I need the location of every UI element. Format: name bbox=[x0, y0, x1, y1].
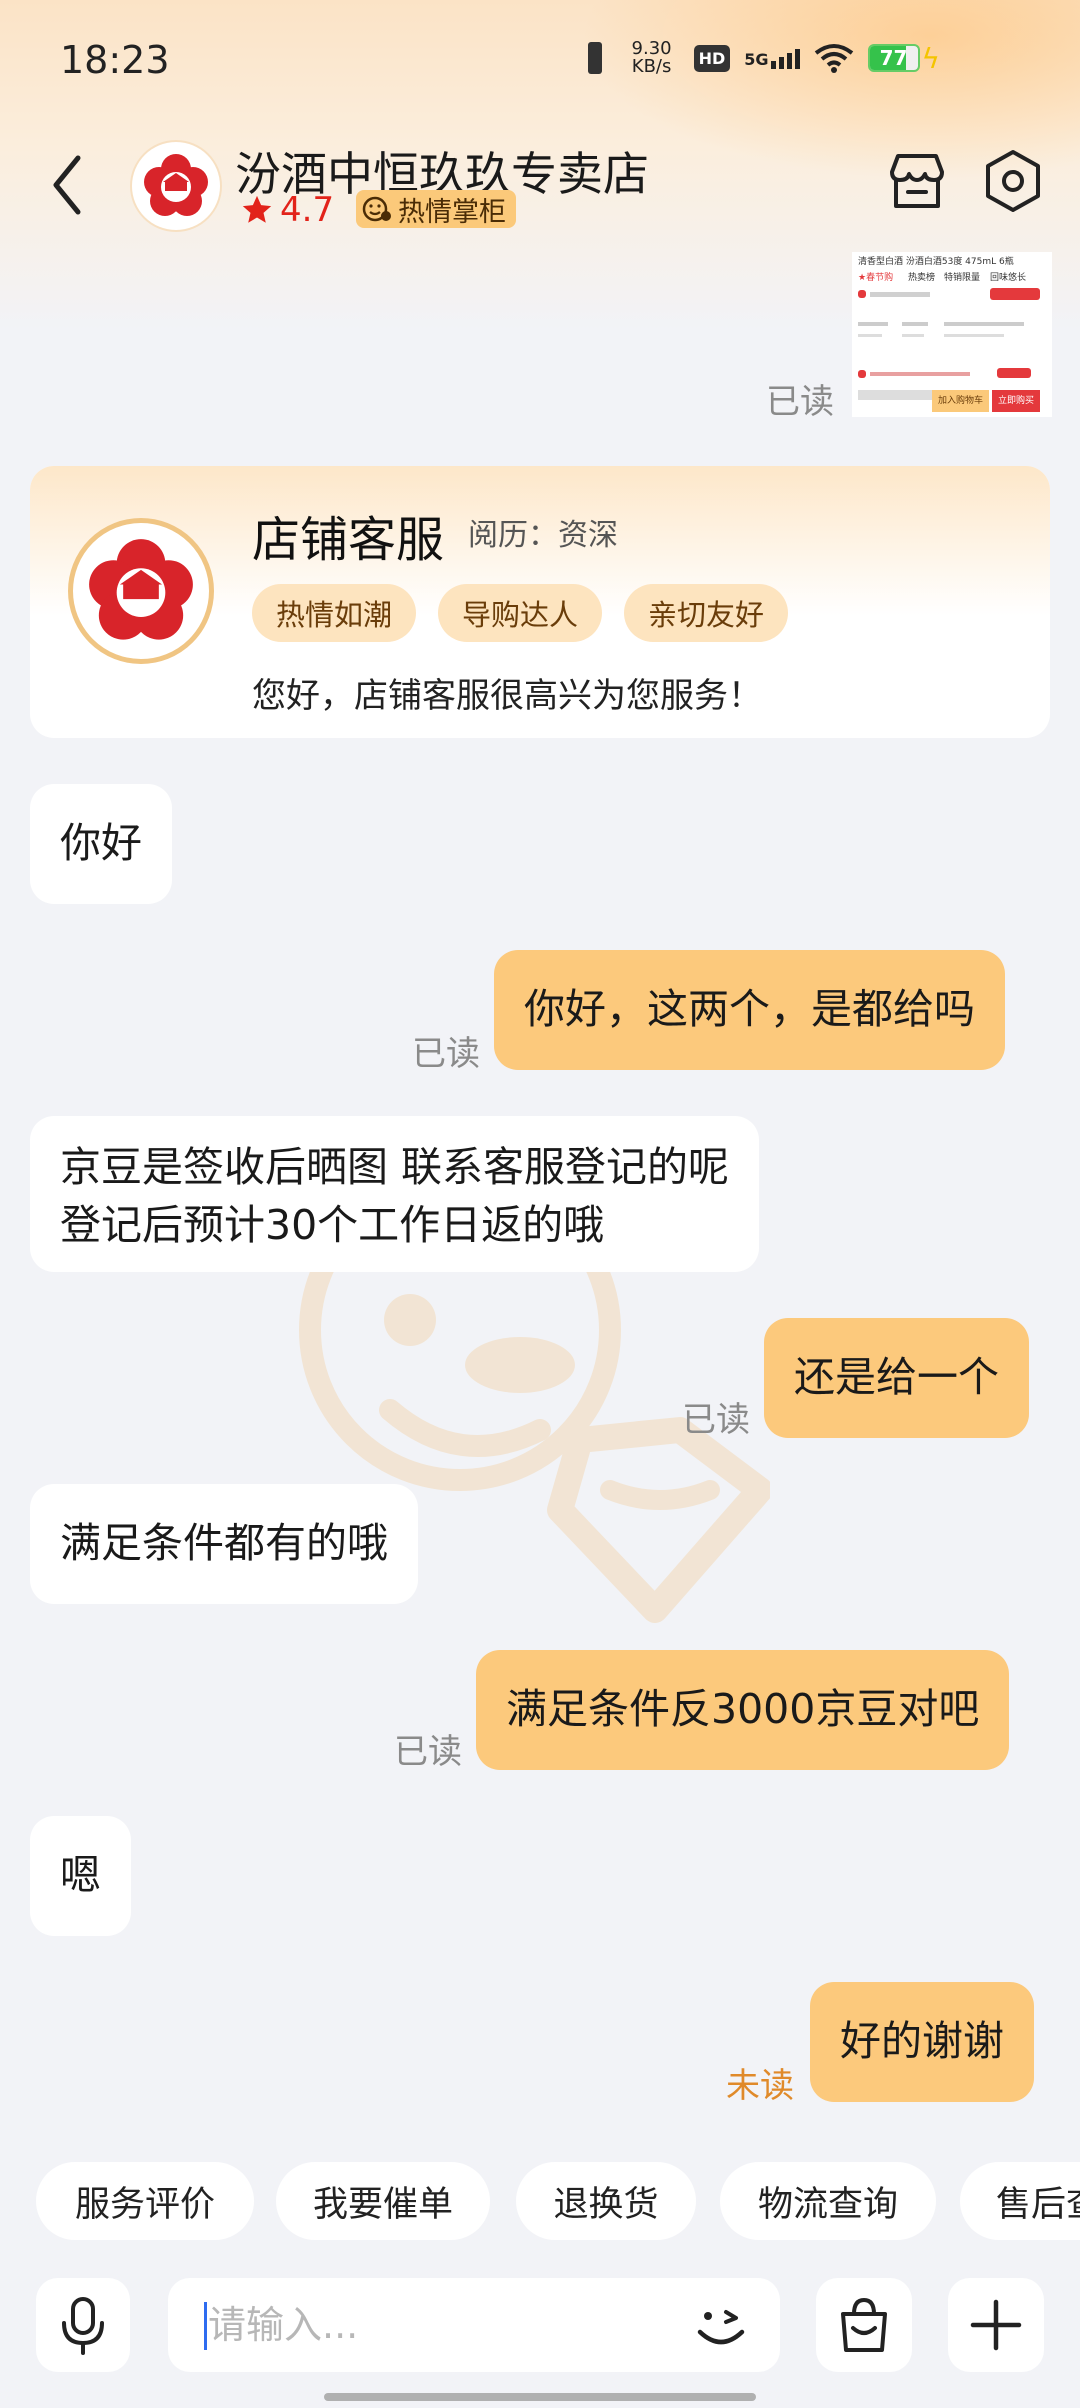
product-line bbox=[902, 334, 924, 337]
message-input-box[interactable] bbox=[168, 2278, 780, 2372]
product-line bbox=[944, 322, 1024, 326]
quick-reply-bar: 服务评价 我要催单 退换货 物流查询 售后查 bbox=[0, 2160, 1080, 2240]
network-type: 5G bbox=[744, 50, 769, 69]
product-tag: 回味悠长 bbox=[990, 273, 1027, 283]
message-line: 京豆是签收后晒图 联系客服登记的呢 bbox=[60, 1143, 730, 1191]
wifi-icon bbox=[814, 44, 853, 73]
more-button[interactable] bbox=[948, 2278, 1044, 2372]
text-caret bbox=[204, 2302, 207, 2350]
product-title: 清香型白酒 汾酒白酒53度 475mL 6瓶 bbox=[858, 257, 1014, 267]
agent-card: 店铺客服 阅历：资深 热情如潮 导购达人 亲切友好 您好，店铺客服很高兴为您服务… bbox=[30, 466, 1050, 738]
agent-tag: 导购达人 bbox=[438, 584, 603, 642]
agent-greeting: 您好，店铺客服很高兴为您服务！ bbox=[252, 676, 762, 716]
read-status: 已读 bbox=[412, 1034, 480, 1074]
buy-now-mini: 立即购买 bbox=[992, 390, 1041, 412]
voice-button[interactable] bbox=[36, 2278, 130, 2372]
outgoing-message[interactable]: 你好，这两个，是都给吗 bbox=[494, 950, 1005, 1070]
plus-icon bbox=[970, 2299, 1022, 2351]
product-line bbox=[870, 292, 930, 297]
shop-avatar[interactable] bbox=[132, 142, 220, 230]
vibrate-icon bbox=[580, 40, 610, 76]
back-icon[interactable] bbox=[44, 150, 94, 220]
quick-reply-rate-service[interactable]: 服务评价 bbox=[36, 2162, 254, 2240]
smile-badge-icon bbox=[362, 196, 391, 222]
store-icon[interactable] bbox=[884, 148, 950, 214]
incoming-message[interactable]: 京豆是签收后晒图 联系客服登记的呢 登记后预计30个工作日返的哦 bbox=[30, 1116, 760, 1272]
product-tag: ★春节购 bbox=[858, 273, 894, 283]
product-marker bbox=[858, 290, 866, 298]
chat-header: 汾酒中恒玖玖专卖店 4.7 热情掌柜 bbox=[0, 130, 1080, 250]
read-status: 已读 bbox=[766, 382, 834, 422]
microphone-icon bbox=[62, 2297, 104, 2355]
charging-icon: ϟ bbox=[921, 41, 940, 75]
hd-icon: HD bbox=[693, 44, 731, 72]
outgoing-message[interactable]: 还是给一个 bbox=[764, 1318, 1029, 1438]
shop-badge[interactable]: 热情掌柜 bbox=[356, 190, 516, 228]
agent-tags: 热情如潮 导购达人 亲切友好 bbox=[252, 584, 789, 642]
product-tag: 热卖榜 bbox=[908, 273, 936, 283]
unread-status: 未读 bbox=[726, 2066, 794, 2106]
product-marker bbox=[858, 370, 866, 378]
incoming-message[interactable]: 你好 bbox=[30, 784, 172, 904]
star-icon bbox=[242, 195, 272, 223]
product-mini-button bbox=[997, 368, 1031, 378]
network-speed: 9.30 KB/s bbox=[624, 40, 680, 76]
read-status: 已读 bbox=[682, 1400, 750, 1440]
quick-reply-return[interactable]: 退换货 bbox=[516, 2162, 696, 2240]
shop-badge-label: 热情掌柜 bbox=[398, 196, 506, 228]
quick-reply-after-sales[interactable]: 售后查 bbox=[960, 2162, 1080, 2240]
outgoing-message[interactable]: 好的谢谢 bbox=[810, 1982, 1034, 2102]
home-indicator[interactable] bbox=[324, 2393, 756, 2401]
shop-logo-icon bbox=[89, 539, 193, 640]
product-thumbnail[interactable]: 清香型白酒 汾酒白酒53度 475mL 6瓶 ★春节购 热卖榜 特销限量 回味悠… bbox=[852, 252, 1052, 417]
outgoing-message[interactable]: 满足条件反3000京豆对吧 bbox=[476, 1650, 1010, 1770]
status-bar: 18:23 9.30 KB/s HD 5G 77 ϟ bbox=[0, 0, 1080, 120]
product-tag: 特销限量 bbox=[944, 273, 981, 283]
product-line bbox=[858, 390, 938, 400]
product-line bbox=[870, 372, 970, 376]
agent-tag: 亲切友好 bbox=[624, 584, 789, 642]
status-time: 18:23 bbox=[60, 38, 170, 82]
battery-icon: 77 ϟ bbox=[867, 41, 940, 75]
message-line: 登记后预计30个工作日返的哦 bbox=[60, 1201, 605, 1249]
product-mini-button bbox=[990, 288, 1040, 300]
product-line bbox=[858, 322, 888, 326]
product-line bbox=[944, 334, 1004, 337]
quick-reply-urge-order[interactable]: 我要催单 bbox=[276, 2162, 490, 2240]
agent-tag: 热情如潮 bbox=[252, 584, 417, 642]
emoji-icon[interactable] bbox=[690, 2294, 752, 2356]
network-speed-unit: KB/s bbox=[631, 56, 672, 77]
shop-logo-icon bbox=[144, 154, 208, 216]
quick-reply-logistics[interactable]: 物流查询 bbox=[720, 2162, 936, 2240]
incoming-message[interactable]: 满足条件都有的哦 bbox=[30, 1484, 418, 1604]
shop-rating: 4.7 bbox=[240, 190, 334, 230]
battery-level: 77 bbox=[879, 46, 908, 70]
status-icons: 9.30 KB/s HD 5G 77 ϟ bbox=[580, 40, 940, 76]
shopping-bag-icon bbox=[841, 2297, 887, 2352]
settings-icon[interactable] bbox=[980, 148, 1046, 214]
shopping-bag-button[interactable] bbox=[816, 2278, 912, 2372]
agent-title: 店铺客服 bbox=[252, 512, 445, 568]
agent-experience: 阅历：资深 bbox=[468, 518, 618, 553]
rating-value: 4.7 bbox=[280, 190, 335, 230]
signal-icon: 5G bbox=[744, 47, 800, 69]
read-status: 已读 bbox=[394, 1732, 462, 1772]
agent-avatar bbox=[68, 518, 214, 664]
message-input[interactable] bbox=[208, 2278, 688, 2372]
product-line bbox=[858, 334, 882, 337]
product-line bbox=[902, 322, 928, 326]
incoming-message[interactable]: 嗯 bbox=[30, 1816, 131, 1936]
add-cart-mini: 加入购物车 bbox=[932, 390, 990, 412]
